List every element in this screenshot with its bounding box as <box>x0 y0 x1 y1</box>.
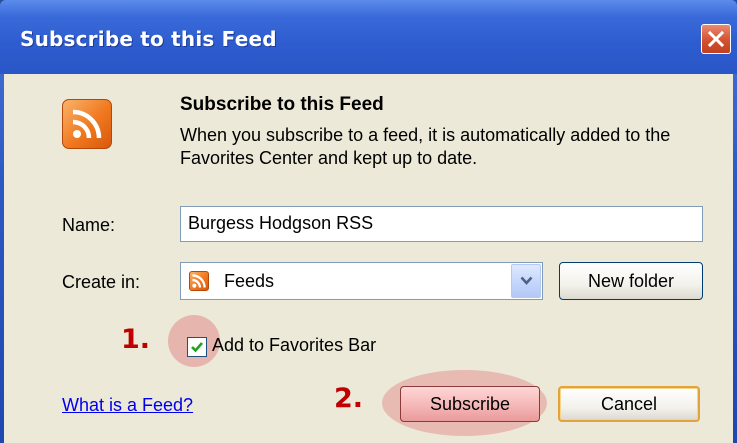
chevron-down-icon <box>520 276 533 285</box>
add-to-favorites-label[interactable]: Add to Favorites Bar <box>212 335 376 356</box>
add-to-favorites-checkbox[interactable] <box>187 337 207 357</box>
subscribe-dialog: Subscribe to this Feed Subscribe to this… <box>0 0 737 443</box>
dialog-body: Subscribe to this Feed When you subscrib… <box>4 74 733 443</box>
name-label: Name: <box>62 215 116 235</box>
rss-feed-icon <box>62 99 112 149</box>
create-in-label: Create in: <box>62 272 141 292</box>
new-folder-button[interactable]: New folder <box>559 262 703 300</box>
step-1-label: 1. <box>121 324 151 355</box>
subscribe-button[interactable]: Subscribe <box>400 386 540 422</box>
what-is-a-feed-link[interactable]: What is a Feed? <box>62 395 193 416</box>
create-in-select[interactable]: Feeds <box>180 262 543 300</box>
checkmark-icon <box>191 342 203 353</box>
cancel-button[interactable]: Cancel <box>558 386 700 422</box>
dropdown-button[interactable] <box>511 264 541 298</box>
dialog-heading: Subscribe to this Feed <box>180 94 384 115</box>
dialog-description: When you subscribe to a feed, it is auto… <box>180 125 671 168</box>
rss-feed-icon <box>189 271 209 291</box>
name-field[interactable]: Burgess Hodgson RSS <box>180 206 703 242</box>
create-in-value: Feeds <box>224 271 275 291</box>
title-bar[interactable]: Subscribe to this Feed <box>0 0 737 74</box>
window-title: Subscribe to this Feed <box>20 27 277 51</box>
close-button[interactable] <box>701 24 731 54</box>
step-2-label: 2. <box>334 383 364 414</box>
close-icon <box>707 30 725 48</box>
